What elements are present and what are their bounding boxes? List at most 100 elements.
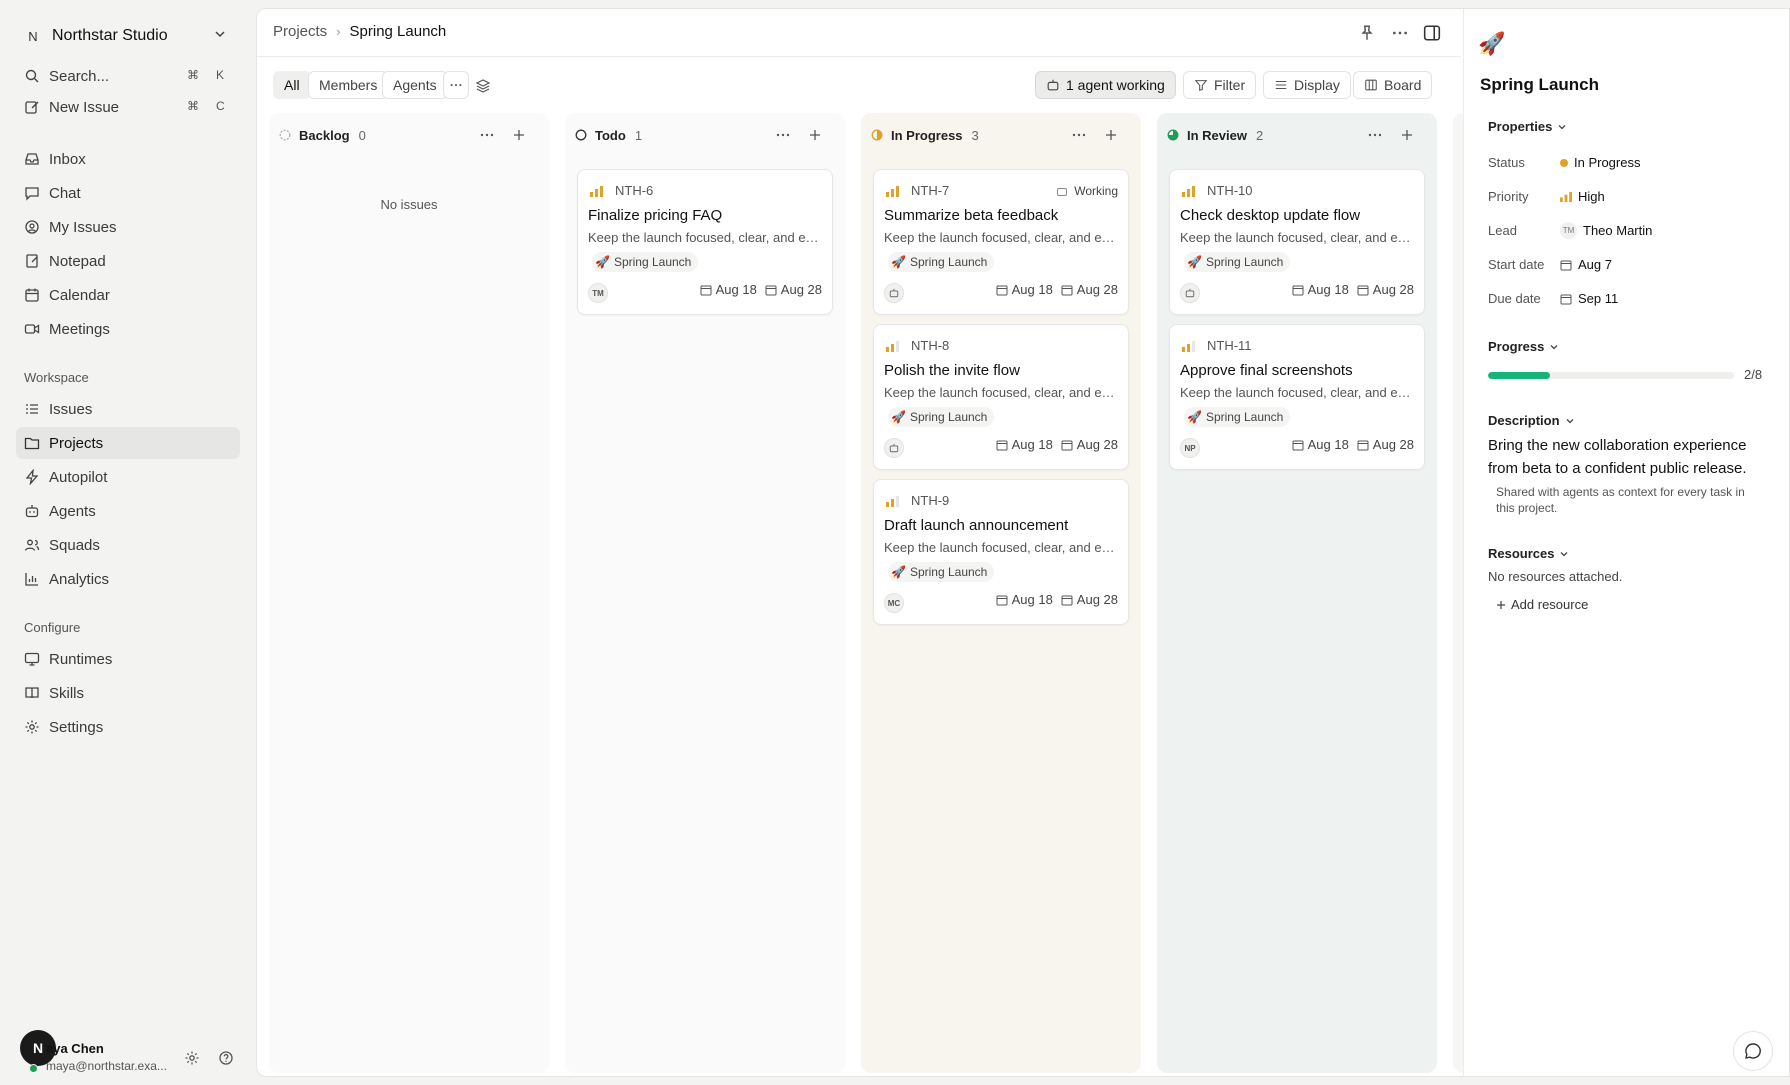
board-view-button[interactable]: Board xyxy=(1353,71,1433,99)
sidebar-item-notepad[interactable]: Notepad xyxy=(16,245,240,277)
progress-section-toggle[interactable]: Progress xyxy=(1488,339,1559,354)
tab-agents[interactable]: Agents xyxy=(382,71,448,99)
issue-card[interactable]: NTH-10 Check desktop update flow Keep th… xyxy=(1169,169,1425,315)
project-tag: 🚀 Spring Launch xyxy=(888,252,995,272)
user-menu[interactable]: N aya Chen maya@northstar.exa... xyxy=(18,1030,238,1073)
project-description[interactable]: Bring the new collaboration experience f… xyxy=(1488,434,1778,480)
issue-card[interactable]: NTH-7 Working Summarize beta feedback Ke… xyxy=(873,169,1129,315)
working-label: Working xyxy=(1074,184,1118,198)
more-icon[interactable] xyxy=(775,127,791,143)
plus-icon[interactable] xyxy=(807,127,823,143)
status-value[interactable]: In Progress xyxy=(1560,155,1640,170)
more-icon[interactable] xyxy=(1071,127,1087,143)
board-icon xyxy=(1365,79,1377,91)
calendar-icon xyxy=(25,288,39,302)
chevron-down-icon xyxy=(1561,551,1568,556)
properties-section-toggle[interactable]: Properties xyxy=(1488,119,1567,134)
calendar-due-icon xyxy=(1061,595,1073,605)
pin-icon[interactable] xyxy=(1358,24,1376,42)
sidebar-item-chat[interactable]: Chat xyxy=(16,177,240,209)
gear-icon[interactable] xyxy=(184,1050,200,1066)
in-review-status-icon xyxy=(1167,129,1179,141)
agent-status-button[interactable]: 1 agent working xyxy=(1035,71,1176,99)
sidebar-item-label: Squads xyxy=(49,536,100,554)
workspace-switcher[interactable]: N Northstar Studio xyxy=(16,20,236,52)
bot-icon xyxy=(889,288,899,298)
tab-all[interactable]: All xyxy=(273,71,311,99)
chat-icon xyxy=(25,187,39,201)
column-name: Backlog xyxy=(299,127,350,143)
issue-card[interactable]: NTH-6 Finalize pricing FAQ Keep the laun… xyxy=(577,169,833,315)
breadcrumb-separator-icon: › xyxy=(336,24,341,39)
sidebar-item-label: Inbox xyxy=(49,150,86,168)
more-icon[interactable] xyxy=(479,127,495,143)
layers-icon[interactable] xyxy=(475,78,491,94)
bot-icon xyxy=(1057,188,1068,196)
start-date-label: Start date xyxy=(1488,257,1545,272)
user-email: maya@northstar.exa... xyxy=(46,1059,167,1073)
sidebar-item-calendar[interactable]: Calendar xyxy=(16,279,240,311)
tab-members[interactable]: Members xyxy=(308,71,389,99)
new-issue-button[interactable]: New Issue ⌘ C xyxy=(16,91,240,123)
priority-label: Priority xyxy=(1488,189,1529,204)
display-button[interactable]: Display xyxy=(1263,71,1351,99)
due-date: Aug 28 xyxy=(1076,282,1118,297)
project-tag-label: Spring Launch xyxy=(909,565,988,579)
start-date-value[interactable]: Aug 7 xyxy=(1560,257,1612,272)
bolt-icon xyxy=(25,469,39,485)
sidebar-item-autopilot[interactable]: Autopilot xyxy=(16,461,240,493)
due-date-value[interactable]: Sep 11 xyxy=(1560,291,1618,306)
add-resource-button[interactable]: Add resource xyxy=(1496,597,1588,612)
resources-section-toggle[interactable]: Resources xyxy=(1488,546,1569,561)
agent-avatar xyxy=(1180,283,1200,303)
sidebar-item-analytics[interactable]: Analytics xyxy=(16,563,240,595)
sidebar-item-skills[interactable]: Skills xyxy=(16,677,240,709)
filter-button[interactable]: Filter xyxy=(1183,71,1257,99)
monitor-icon xyxy=(24,652,40,666)
plus-icon[interactable] xyxy=(1399,127,1415,143)
toggle-panel-icon[interactable] xyxy=(1423,24,1441,42)
sidebar-item-inbox[interactable]: Inbox xyxy=(16,143,240,175)
calendar-icon xyxy=(1560,260,1572,270)
issue-card[interactable]: NTH-11 Approve final screenshots Keep th… xyxy=(1169,324,1425,470)
sidebar-item-squads[interactable]: Squads xyxy=(16,529,240,561)
breadcrumb-parent[interactable]: Projects xyxy=(273,23,327,40)
more-icon[interactable] xyxy=(1391,24,1409,42)
calendar-start-icon xyxy=(996,595,1008,605)
sidebar-item-projects[interactable]: Projects xyxy=(16,427,240,459)
lead-value[interactable]: TM Theo Martin xyxy=(1560,222,1652,239)
project-emoji[interactable]: 🚀 xyxy=(1478,31,1505,57)
in-progress-status-icon xyxy=(871,129,883,141)
agent-status-label: 1 agent working xyxy=(1066,77,1165,93)
help-icon[interactable] xyxy=(218,1050,234,1066)
issue-id: NTH-8 xyxy=(911,338,950,353)
issue-card[interactable]: NTH-9 Draft launch announcement Keep the… xyxy=(873,479,1129,625)
plus-icon xyxy=(1497,600,1505,609)
search-button[interactable]: Search... ⌘ K xyxy=(16,60,240,92)
rocket-icon: 🚀 xyxy=(1187,255,1202,269)
more-icon[interactable] xyxy=(1367,127,1383,143)
sidebar-item-my-issues[interactable]: My Issues xyxy=(16,211,240,243)
issue-id: NTH-7 xyxy=(911,183,950,198)
sidebar-item-agents[interactable]: Agents xyxy=(16,495,240,527)
issue-card[interactable]: NTH-8 Polish the invite flow Keep the la… xyxy=(873,324,1129,470)
sidebar-item-meetings[interactable]: Meetings xyxy=(16,313,240,345)
plus-icon[interactable] xyxy=(1103,127,1119,143)
lead-name: Theo Martin xyxy=(1583,223,1653,238)
chat-bubble-icon xyxy=(1745,1043,1761,1059)
sidebar-item-issues[interactable]: Issues xyxy=(16,393,240,425)
column-name: In Progress xyxy=(891,127,963,143)
plus-icon[interactable] xyxy=(511,127,527,143)
chat-launcher-button[interactable] xyxy=(1733,1031,1773,1071)
description-section-toggle[interactable]: Description xyxy=(1488,413,1575,428)
priority-value[interactable]: High xyxy=(1560,189,1605,204)
sidebar-item-runtimes[interactable]: Runtimes xyxy=(16,643,240,675)
project-detail-panel: 🚀 Spring Launch Properties Status In Pro… xyxy=(1463,9,1789,1076)
priority-high-icon xyxy=(1182,186,1195,197)
project-title[interactable]: Spring Launch xyxy=(1480,75,1599,95)
sidebar-item-settings[interactable]: Settings xyxy=(16,711,240,743)
notepad-icon xyxy=(26,254,38,268)
properties-heading: Properties xyxy=(1488,119,1553,134)
more-filters-button[interactable] xyxy=(443,71,469,99)
rocket-icon: 🚀 xyxy=(891,565,906,579)
